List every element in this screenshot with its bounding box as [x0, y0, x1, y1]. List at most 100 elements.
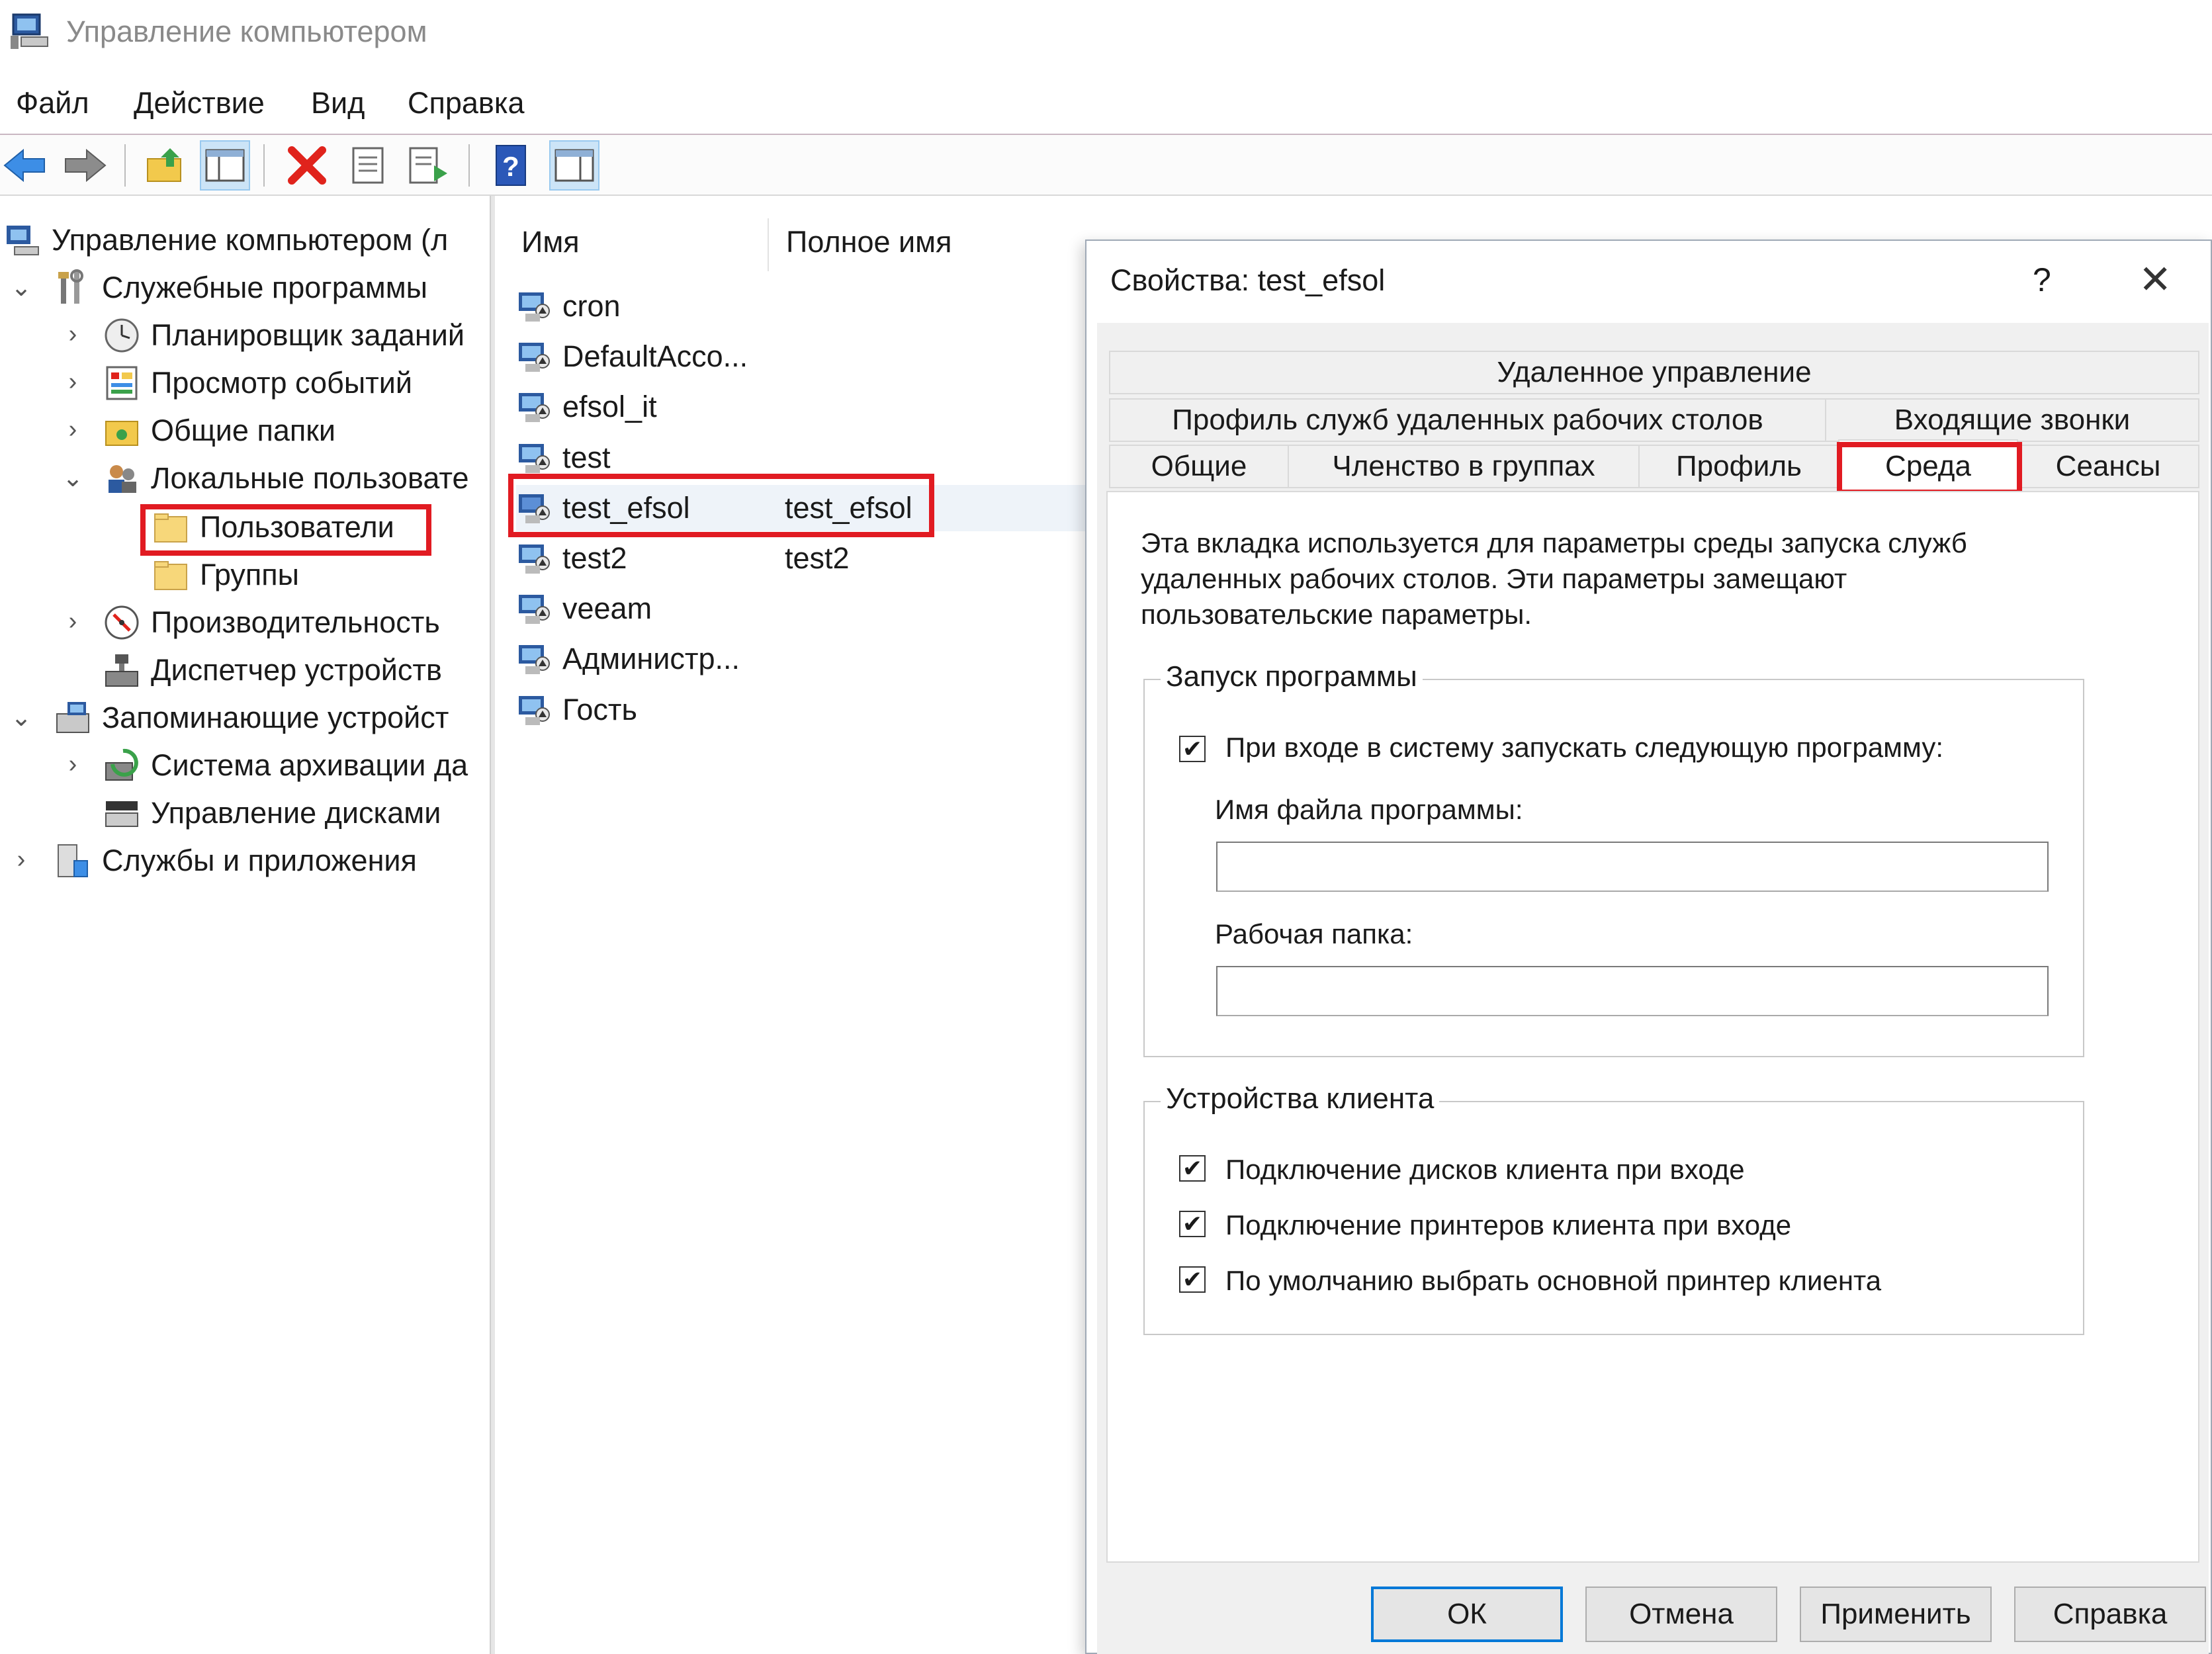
help-button[interactable]: ?: [486, 140, 536, 191]
start-program-checkbox[interactable]: ✔: [1179, 736, 1206, 762]
tree-item-system-tools[interactable]: Служебные программы: [54, 266, 427, 310]
tree-item-label: Просмотр событий: [151, 366, 413, 400]
shared-folder-icon: [105, 421, 138, 446]
chevron-down-icon[interactable]: ⌄: [8, 273, 34, 302]
tree-item-windows-backup[interactable]: Система архивации да: [103, 744, 468, 787]
tree-item-label: Группы: [200, 558, 299, 591]
show-hide-console-tree-button[interactable]: [200, 140, 250, 191]
tree-item-local-users-groups[interactable]: Локальные пользовате: [103, 457, 469, 500]
help-button[interactable]: Справка: [2014, 1587, 2206, 1642]
chevron-down-icon[interactable]: ⌄: [60, 463, 86, 493]
working-folder-label: Рабочая папка:: [1215, 918, 1413, 949]
chevron-right-icon[interactable]: ›: [60, 607, 86, 636]
user-name: Администр...: [562, 642, 740, 675]
tree-item-label: Общие папки: [151, 414, 336, 447]
chevron-right-icon[interactable]: ›: [60, 415, 86, 444]
user-icon: [519, 292, 550, 322]
list-item[interactable]: Гость: [516, 687, 785, 733]
tree-item-device-manager[interactable]: Диспетчер устройств: [103, 648, 442, 692]
forward-button[interactable]: [60, 140, 110, 191]
forward-icon: [65, 149, 107, 182]
tree-item-storage[interactable]: Запоминающие устройст: [54, 696, 449, 740]
menu-action[interactable]: Действие: [134, 86, 265, 120]
tab-member-of[interactable]: Членство в группах: [1288, 445, 1640, 488]
delete-icon: [288, 146, 326, 185]
tab-rds-profile[interactable]: Профиль служб удаленных рабочих столов: [1109, 398, 1826, 442]
up-level-button[interactable]: [140, 140, 191, 191]
user-icon: [519, 595, 550, 624]
checkmark-icon: ✔: [1182, 1210, 1203, 1237]
properties-icon: [352, 147, 384, 184]
working-folder-input[interactable]: [1216, 966, 2049, 1016]
user-icon: [519, 343, 550, 372]
menu-view[interactable]: Вид: [311, 86, 365, 120]
tab-dial-in[interactable]: Входящие звонки: [1825, 398, 2199, 442]
chevron-right-icon[interactable]: ›: [60, 750, 86, 779]
tree-item-label: Производительность: [151, 605, 440, 639]
list-item[interactable]: DefaultAcco...: [516, 333, 785, 380]
tree-item-label: Службы и приложения: [102, 844, 417, 877]
tab-sessions[interactable]: Сеансы: [2017, 445, 2199, 488]
pane-splitter[interactable]: [490, 196, 495, 1654]
show-hide-action-pane-button[interactable]: [549, 140, 599, 191]
backup-icon: [105, 748, 138, 781]
apply-button[interactable]: Применить: [1800, 1587, 1992, 1642]
tree-item-disk-management[interactable]: Управление дисками: [103, 791, 441, 835]
list-item[interactable]: cron: [516, 283, 785, 329]
default-printer-checkbox[interactable]: ✔: [1179, 1266, 1206, 1293]
user-icon: [519, 645, 550, 674]
tab-remote-control[interactable]: Удаленное управление: [1109, 351, 2199, 394]
column-header-name[interactable]: Имя: [521, 225, 580, 259]
tab-general[interactable]: Общие: [1109, 445, 1289, 488]
tree-item-label: Управление дисками: [151, 796, 441, 830]
connect-drives-checkbox[interactable]: ✔: [1179, 1155, 1206, 1182]
user-name: cron: [562, 289, 621, 323]
chevron-right-icon[interactable]: ›: [60, 368, 86, 396]
connect-printers-checkbox[interactable]: ✔: [1179, 1211, 1206, 1237]
user-icon: [519, 444, 550, 473]
menu-help[interactable]: Справка: [408, 86, 525, 120]
chevron-down-icon[interactable]: ⌄: [8, 703, 34, 732]
tree-item-services-apps[interactable]: Службы и приложения: [54, 839, 417, 883]
close-icon[interactable]: ✕: [2139, 257, 2172, 303]
chevron-right-icon[interactable]: ›: [60, 320, 86, 349]
description-line: Эта вкладка используется для параметры с…: [1141, 527, 1967, 558]
tree-item-label: Система архивации да: [151, 748, 468, 782]
list-item[interactable]: Администр...: [516, 636, 785, 682]
help-icon[interactable]: ?: [2033, 261, 2051, 299]
tree-item-shared-folders[interactable]: Общие папки: [103, 409, 335, 453]
back-icon: [3, 149, 45, 182]
column-header-full-name[interactable]: Полное имя: [786, 225, 952, 259]
tree-item-label: Служебные программы: [102, 271, 427, 304]
user-name: efsol_it: [562, 390, 657, 423]
program-file-input[interactable]: [1216, 842, 2049, 892]
export-list-button[interactable]: [404, 140, 454, 191]
tab-profile[interactable]: Профиль: [1638, 445, 1839, 488]
menu-file[interactable]: Файл: [16, 86, 89, 120]
list-item[interactable]: efsol_it: [516, 384, 785, 430]
up-folder-icon: [147, 148, 181, 182]
svg-text:?: ?: [502, 151, 519, 182]
delete-button[interactable]: [282, 140, 332, 191]
chevron-right-icon[interactable]: ›: [8, 846, 34, 874]
column-divider[interactable]: [768, 218, 769, 271]
tree-item-computer-management[interactable]: Управление компьютером (л: [4, 218, 448, 262]
back-button[interactable]: [0, 140, 50, 191]
checkbox-label: Подключение дисков клиента при входе: [1225, 1154, 1745, 1185]
tree-item-task-scheduler[interactable]: Планировщик заданий: [103, 314, 465, 357]
list-item[interactable]: veeam: [516, 586, 785, 632]
highlight-box: [1837, 442, 2022, 495]
computer-management-icon: [11, 13, 48, 49]
cancel-button[interactable]: Отмена: [1585, 1587, 1777, 1642]
tree-item-performance[interactable]: Производительность: [103, 601, 440, 644]
checkbox-label: По умолчанию выбрать основной принтер кл…: [1225, 1265, 1882, 1296]
list-item[interactable]: test2 test2: [516, 535, 850, 582]
user-icon: [519, 393, 550, 422]
checkmark-icon: ✔: [1182, 735, 1203, 762]
show-action-pane-icon: [554, 149, 594, 182]
tree-item-groups[interactable]: Группы: [152, 553, 299, 597]
tree-item-event-viewer[interactable]: Просмотр событий: [103, 361, 412, 405]
services-icon: [58, 844, 88, 877]
ok-button[interactable]: ОК: [1371, 1587, 1563, 1642]
properties-button[interactable]: [343, 140, 393, 191]
